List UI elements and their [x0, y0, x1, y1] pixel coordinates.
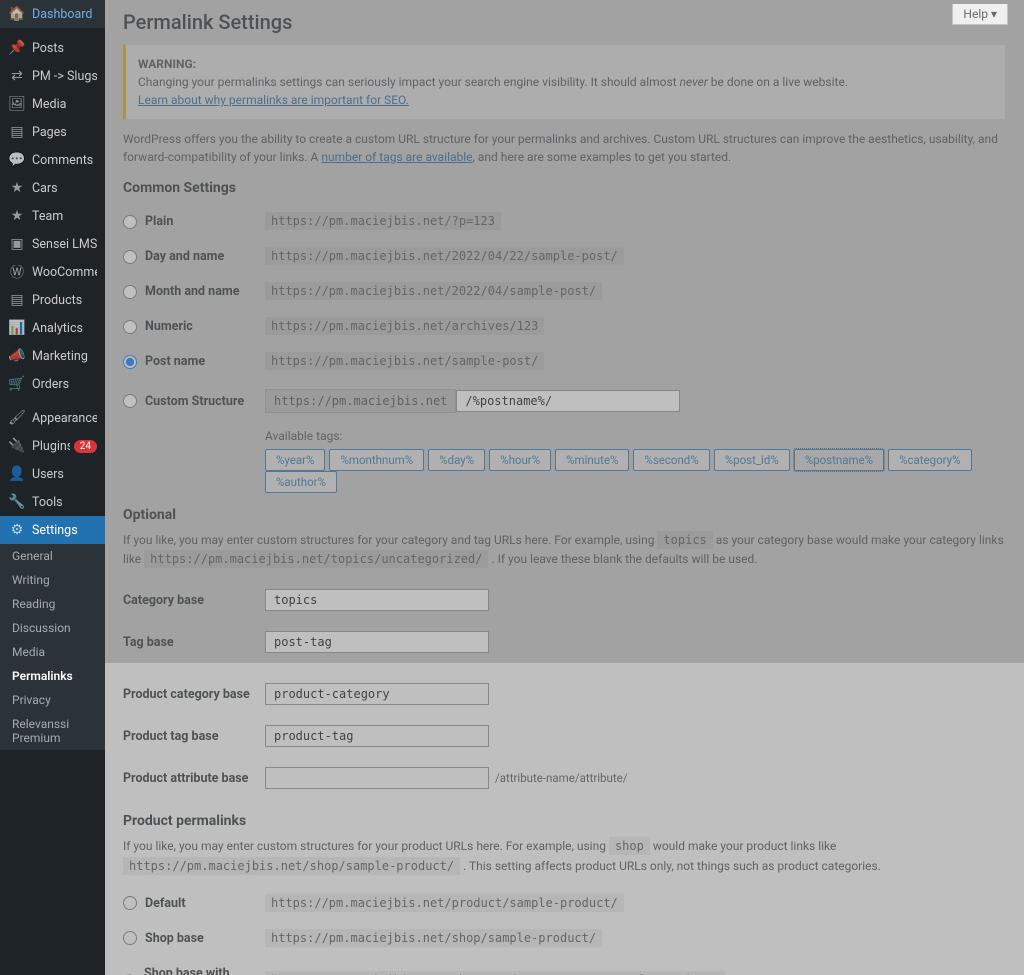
menu-label: Analytics [32, 321, 97, 336]
menu-label: Products [32, 293, 97, 308]
update-badge: 24 [74, 440, 97, 453]
menu-icon: 🔧 [8, 494, 26, 510]
menu-icon: 🖌 [8, 410, 26, 426]
menu-icon: ▣ [8, 236, 26, 252]
sub-item-writing[interactable]: Writing [0, 568, 105, 592]
menu-icon: 📣 [8, 348, 26, 364]
sidebar-item-cars[interactable]: ★ Cars [0, 174, 105, 202]
sub-item-permalinks[interactable]: Permalinks [0, 664, 105, 688]
menu-label: Tools [32, 495, 97, 510]
menu-icon: ▤ [8, 292, 26, 308]
sub-item-privacy[interactable]: Privacy [0, 688, 105, 712]
sidebar-item-orders[interactable]: 🛒 Orders [0, 370, 105, 398]
menu-label: Dashboard [32, 7, 97, 22]
menu-label: Pages [32, 125, 97, 140]
menu-label: PM -> Slugs [32, 69, 97, 84]
menu-label: Users [32, 467, 97, 482]
menu-icon: ▤ [8, 124, 26, 140]
menu-icon: 🏠 [8, 6, 26, 22]
menu-icon: Ⓦ [8, 264, 26, 280]
settings-submenu: GeneralWritingReadingDiscussionMediaPerm… [0, 544, 105, 750]
menu-label: Settings [32, 523, 97, 538]
sidebar-item-settings[interactable]: ⚙ Settings [0, 516, 105, 544]
menu-icon: ⚙ [8, 522, 26, 538]
menu-label: Orders [32, 377, 97, 392]
menu-label: Sensei LMS [32, 237, 97, 252]
sidebar-item-comments[interactable]: 💬 Comments [0, 146, 105, 174]
menu-icon: 🔌 [8, 438, 26, 454]
menu-label: Plugins [32, 439, 70, 454]
sidebar-item-dashboard[interactable]: 🏠 Dashboard [0, 0, 105, 28]
sub-item-reading[interactable]: Reading [0, 592, 105, 616]
sidebar-item-pm-slugs[interactable]: ⇄ PM -> Slugs [0, 62, 105, 90]
sidebar-item-plugins[interactable]: 🔌 Plugins 24 [0, 432, 105, 460]
menu-icon: ★ [8, 208, 26, 224]
menu-icon: 👤 [8, 466, 26, 482]
menu-icon: ⇄ [8, 68, 26, 84]
sub-item-general[interactable]: General [0, 544, 105, 568]
menu-icon: 💬 [8, 152, 26, 168]
dim-overlay [105, 0, 1024, 975]
sidebar-item-media[interactable]: 🖼 Media [0, 90, 105, 118]
menu-icon: 📊 [8, 320, 26, 336]
sidebar-item-posts[interactable]: 📌 Posts [0, 34, 105, 62]
menu-icon: 🛒 [8, 376, 26, 392]
menu-label: Posts [32, 41, 97, 56]
sidebar-item-appearance[interactable]: 🖌 Appearance [0, 404, 105, 432]
menu-icon: 🖼 [8, 96, 26, 112]
sidebar-item-sensei-lms[interactable]: ▣ Sensei LMS [0, 230, 105, 258]
sidebar-item-analytics[interactable]: 📊 Analytics [0, 314, 105, 342]
help-button[interactable]: Help ▾ [952, 4, 1008, 25]
menu-label: Marketing [32, 349, 97, 364]
menu-label: Team [32, 209, 97, 224]
sidebar-item-marketing[interactable]: 📣 Marketing [0, 342, 105, 370]
sidebar-item-products[interactable]: ▤ Products [0, 286, 105, 314]
sub-item-discussion[interactable]: Discussion [0, 616, 105, 640]
menu-label: Media [32, 97, 97, 112]
menu-icon: 📌 [8, 40, 26, 56]
sidebar-item-woocommerce[interactable]: Ⓦ WooCommerce [0, 258, 105, 286]
menu-label: Cars [32, 181, 97, 196]
sidebar-item-users[interactable]: 👤 Users [0, 460, 105, 488]
menu-icon: ★ [8, 180, 26, 196]
menu-label: WooCommerce [32, 265, 97, 280]
sub-item-relevanssi-premium[interactable]: Relevanssi Premium [0, 712, 105, 750]
sidebar-item-team[interactable]: ★ Team [0, 202, 105, 230]
menu-label: Appearance [32, 411, 97, 426]
sidebar-item-tools[interactable]: 🔧 Tools [0, 488, 105, 516]
sub-item-media[interactable]: Media [0, 640, 105, 664]
admin-sidebar: 🏠 Dashboard 📌 Posts ⇄ PM -> Slugs 🖼 Media ▤ Pages… [0, 0, 105, 975]
sidebar-item-pages[interactable]: ▤ Pages [0, 118, 105, 146]
menu-label: Comments [32, 153, 97, 168]
